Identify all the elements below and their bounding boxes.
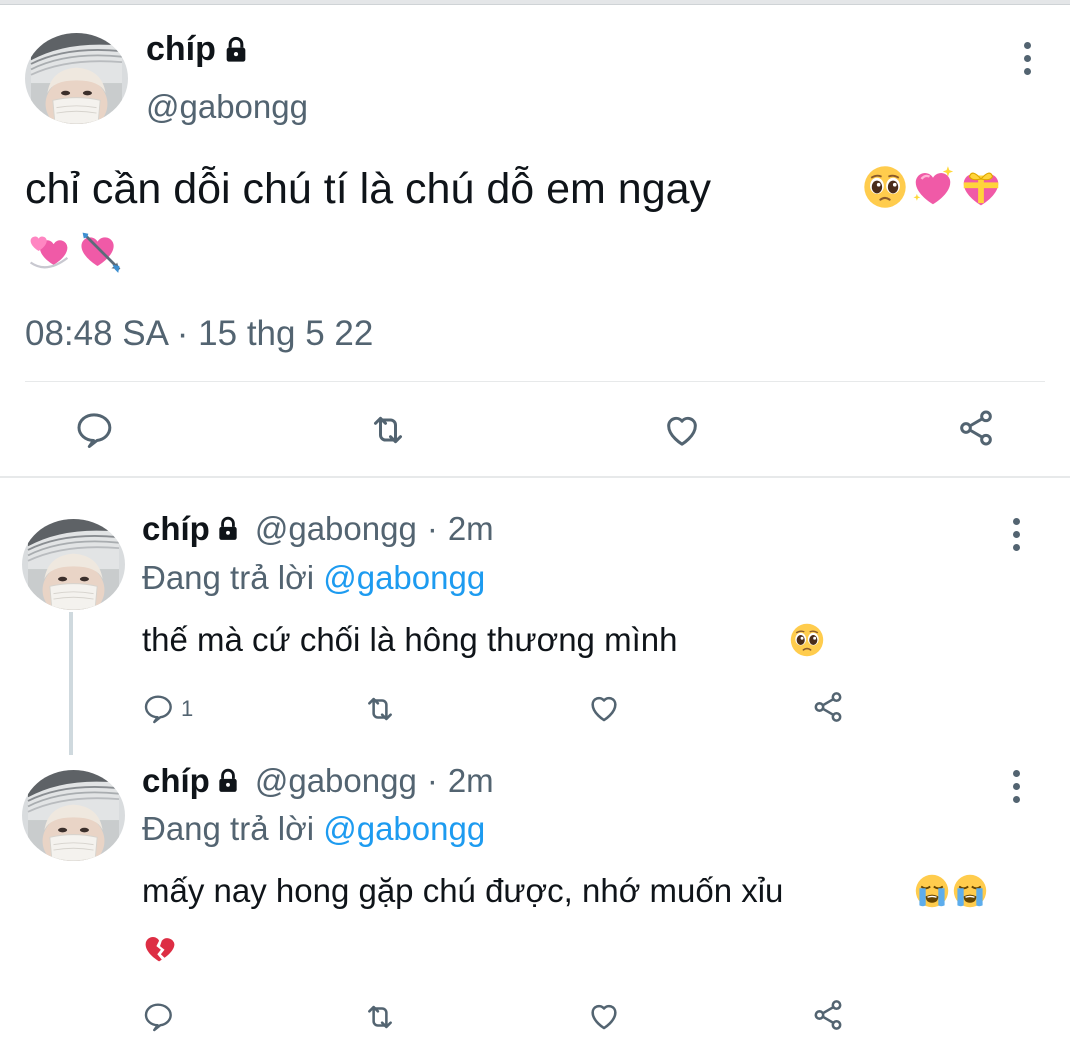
share-icon[interactable] — [811, 998, 845, 1032]
replying-to: Đang trả lời @gabongg — [142, 559, 485, 597]
broken-heart-emoji — [142, 929, 178, 965]
avatar-image — [22, 519, 125, 610]
more-options-icon[interactable] — [1011, 518, 1021, 551]
display-name-text: chíp — [142, 510, 210, 547]
reply-time[interactable]: 2m — [448, 762, 494, 800]
reply-header: chíp @gabongg · 2m — [142, 762, 494, 800]
lock-icon — [222, 36, 250, 64]
sparkling-heart-emoji — [910, 164, 956, 210]
reply-handle[interactable]: @gabongg — [255, 762, 417, 800]
lock-icon — [215, 768, 241, 794]
reply-header: chíp @gabongg · 2m — [142, 510, 494, 548]
thread-line — [69, 612, 73, 755]
loudly-crying-face-emoji — [914, 873, 950, 909]
replying-to-label: Đang trả lời — [142, 559, 315, 596]
reply-handle[interactable]: @gabongg — [255, 510, 417, 548]
loudly-crying-face-emoji — [952, 873, 988, 909]
reply-display-name[interactable]: chíp — [142, 510, 241, 548]
display-name-text: chíp — [142, 762, 210, 799]
reply-text-content: thế mà cứ chối là hông thương mình — [142, 621, 678, 658]
meta-separator: · — [426, 762, 438, 799]
like-icon[interactable] — [587, 691, 621, 725]
reply-text-content: mấy nay hong gặp chú được, nhớ muốn xỉu — [142, 872, 784, 909]
reply-avatar[interactable] — [22, 770, 125, 861]
retweet-icon[interactable] — [362, 692, 398, 726]
replying-to-mention[interactable]: @gabongg — [323, 810, 485, 847]
lock-icon — [215, 516, 241, 542]
main-display-name[interactable]: chíp — [146, 30, 250, 69]
reply-avatar[interactable] — [22, 519, 125, 610]
heart-with-arrow-emoji — [78, 228, 124, 274]
replying-to-mention[interactable]: @gabongg — [323, 559, 485, 596]
like-icon[interactable] — [587, 999, 621, 1033]
tweet-emojis-line1 — [862, 164, 1004, 210]
reply-display-name[interactable]: chíp — [142, 762, 241, 800]
pleading-face-emoji — [862, 164, 908, 210]
tweet-emojis-line2 — [26, 228, 124, 274]
divider — [25, 381, 1045, 382]
main-handle[interactable]: @gabongg — [146, 88, 308, 126]
avatar[interactable] — [25, 33, 128, 124]
share-icon[interactable] — [811, 690, 845, 724]
top-edge — [0, 0, 1070, 5]
meta-separator: · — [426, 510, 438, 547]
reply-icon[interactable] — [142, 1000, 174, 1032]
like-icon[interactable] — [662, 410, 702, 450]
retweet-icon[interactable] — [367, 410, 409, 450]
revolving-hearts-emoji — [26, 228, 72, 274]
replying-to-label: Đang trả lời — [142, 810, 315, 847]
more-options-icon[interactable] — [1011, 770, 1021, 803]
replying-to: Đang trả lời @gabongg — [142, 810, 485, 848]
share-icon[interactable] — [956, 408, 996, 448]
reply-text: mấy nay hong gặp chú được, nhớ muốn xỉu — [142, 872, 783, 910]
reply-icon[interactable] — [74, 409, 114, 449]
display-name-text: chíp — [146, 30, 216, 68]
more-options-icon[interactable] — [1022, 42, 1032, 75]
reply-time[interactable]: 2m — [448, 510, 494, 548]
avatar-image — [22, 770, 125, 861]
heart-with-ribbon-emoji — [958, 164, 1004, 210]
retweet-icon[interactable] — [362, 1000, 398, 1034]
tweet-timestamp[interactable]: 08:48 SA · 15 thg 5 22 — [25, 314, 373, 354]
avatar-image — [25, 33, 128, 124]
pleading-face-emoji — [789, 622, 825, 658]
reply-text: thế mà cứ chối là hông thương mình — [142, 621, 677, 659]
reply-count: 1 — [181, 696, 194, 721]
section-divider — [0, 476, 1070, 478]
reply-icon[interactable] — [142, 692, 174, 724]
